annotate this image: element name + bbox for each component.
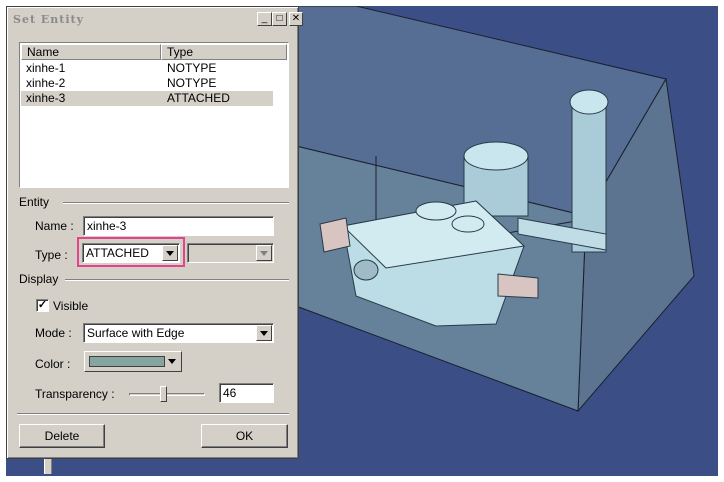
minimize-button[interactable]: _	[257, 12, 272, 26]
column-header-type[interactable]: Type	[161, 44, 287, 60]
valve-knob-1	[415, 201, 457, 221]
chevron-down-icon	[256, 245, 272, 261]
mode-label: Mode :	[35, 326, 72, 340]
visible-label: Visible	[53, 299, 89, 313]
display-group-divider	[65, 279, 289, 281]
scrollbar-handle	[44, 458, 52, 474]
title-bar[interactable]: Set Entity _ □ ✕	[9, 9, 303, 30]
transparency-input[interactable]: 46	[219, 383, 274, 403]
mode-dropdown-value: Surface with Edge	[87, 326, 185, 340]
dialog-title: Set Entity	[13, 13, 84, 26]
type-label: Type :	[35, 248, 68, 262]
color-label: Color :	[35, 357, 71, 371]
set-entity-dialog: Set Entity _ □ ✕ Name Type xinhe-1 NOTYP…	[6, 6, 303, 459]
pin-right	[497, 273, 539, 299]
pin-left	[319, 217, 351, 253]
close-button[interactable]: ✕	[289, 12, 303, 26]
list-item[interactable]: xinhe-1 NOTYPE	[21, 61, 273, 76]
entity-list[interactable]: Name Type xinhe-1 NOTYPE xinhe-2 NOTYPE …	[19, 42, 289, 188]
subtype-dropdown	[187, 243, 274, 263]
transparency-slider-track[interactable]	[129, 393, 205, 396]
delete-button[interactable]: Delete	[19, 424, 105, 448]
list-item-name: xinhe-3	[26, 91, 66, 105]
list-item-name: xinhe-2	[26, 76, 66, 90]
entity-group-label: Entity	[19, 195, 50, 209]
name-input[interactable]: xinhe-3	[83, 216, 274, 236]
transparency-slider-thumb[interactable]	[160, 386, 167, 402]
list-item-name: xinhe-1	[26, 61, 66, 75]
color-picker-button[interactable]	[84, 351, 182, 372]
pipe-top	[569, 89, 609, 115]
list-item-type: NOTYPE	[167, 61, 217, 75]
boss-front	[353, 259, 379, 281]
display-group-label: Display	[19, 272, 59, 286]
cylinder-top	[463, 141, 529, 171]
type-dropdown-value: ATTACHED	[86, 246, 149, 260]
mode-dropdown[interactable]: Surface with Edge	[83, 323, 274, 343]
transparency-label: Transparency :	[35, 387, 115, 401]
list-header: Name Type	[21, 44, 287, 60]
ok-button[interactable]: OK	[201, 424, 288, 448]
chevron-down-icon[interactable]	[256, 325, 272, 341]
visible-checkbox[interactable]: ✓	[36, 299, 49, 312]
list-item-type: NOTYPE	[167, 76, 217, 90]
type-dropdown[interactable]: ATTACHED	[82, 243, 180, 263]
list-item-selected[interactable]: xinhe-3 ATTACHED	[21, 91, 273, 106]
chevron-down-icon[interactable]	[162, 245, 178, 261]
list-item[interactable]: xinhe-2 NOTYPE	[21, 76, 273, 91]
color-swatch	[89, 356, 165, 367]
bottom-divider	[17, 413, 289, 415]
name-label: Name :	[35, 219, 74, 233]
maximize-button[interactable]: □	[272, 12, 287, 26]
entity-group-divider	[63, 202, 289, 204]
column-header-name[interactable]: Name	[21, 44, 161, 60]
valve-knob-2	[451, 215, 485, 233]
list-item-type: ATTACHED	[167, 91, 230, 105]
